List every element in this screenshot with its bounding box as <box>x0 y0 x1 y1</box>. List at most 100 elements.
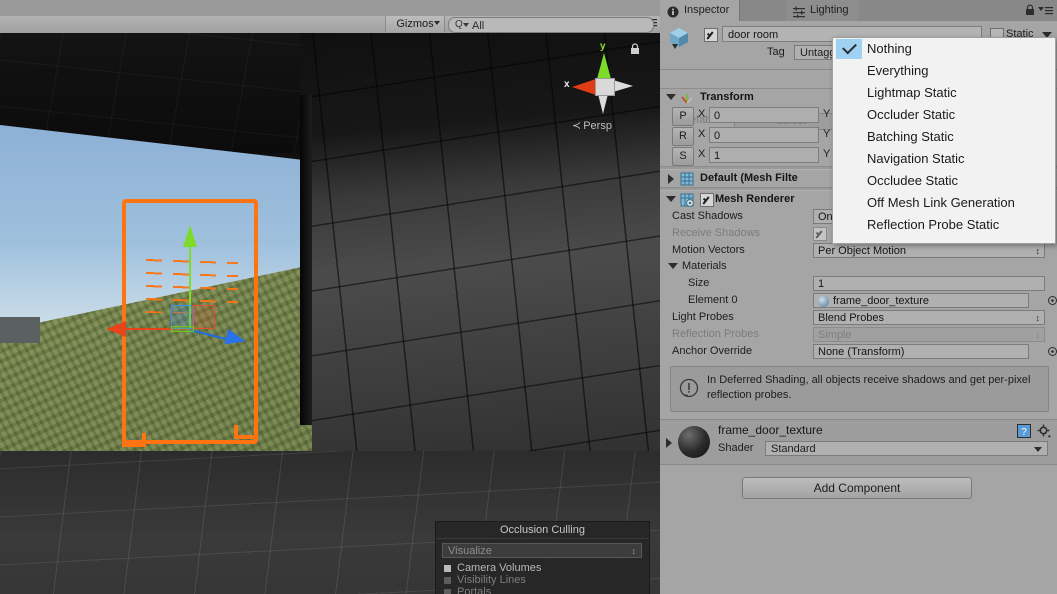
property-row-light-probes: Light Probes Blend Probes ↕ <box>660 309 1057 326</box>
material-preview-sphere <box>678 426 710 458</box>
menu-item-off-mesh-link-generation[interactable]: Off Mesh Link Generation <box>833 192 1055 214</box>
unity-editor-window: Gizmos Q All y x ≺ Persp Occlusion Culli… <box>0 0 1057 594</box>
menu-item-label: Occluder Static <box>867 107 956 122</box>
add-component-button[interactable]: Add Component <box>742 477 972 499</box>
menu-item-batching-static[interactable]: Batching Static <box>833 126 1055 148</box>
menu-item-occluder-static[interactable]: Occluder Static <box>833 104 1055 126</box>
tab-inspector-label: Inspector <box>684 4 730 16</box>
property-row-anchor-override: Anchor Override None (Transform) <box>660 343 1057 360</box>
helpbox-text: In Deferred Shading, all objects receive… <box>707 374 1031 401</box>
menu-item-everything[interactable]: Everything <box>833 60 1055 82</box>
receive-shadows-checkbox[interactable] <box>813 227 827 241</box>
materials-element0-objectfield[interactable]: frame_door_texture <box>813 293 1029 308</box>
menu-item-reflection-probe-static[interactable]: Reflection Probe Static <box>833 214 1055 236</box>
material-preview-header[interactable]: frame_door_texture Shader Standard ? <box>660 419 1057 465</box>
motion-vectors-value: Per Object Motion <box>818 245 907 257</box>
updown-arrows-icon: ↕ <box>1035 246 1041 256</box>
mesh-renderer-icon <box>680 193 694 207</box>
motion-vectors-dropdown[interactable]: Per Object Motion ↕ <box>813 243 1045 258</box>
foldout-open-icon[interactable] <box>666 196 676 202</box>
foldout-open-icon <box>668 263 678 269</box>
lock-icon[interactable] <box>1025 4 1035 16</box>
materials-size-input[interactable]: 1 <box>813 276 1045 291</box>
projection-mode-label[interactable]: ≺ Persp <box>572 119 612 132</box>
rotation-axis-button[interactable]: R <box>672 127 694 146</box>
move-gizmo-yz-plane-handle[interactable] <box>192 305 215 329</box>
shader-label: Shader <box>718 442 754 454</box>
rotation-x-input[interactable]: 0 <box>709 127 819 143</box>
axis-gizmo-center-cube[interactable] <box>595 78 615 96</box>
scale-x-input[interactable]: 1 <box>709 147 819 163</box>
scene-axis-gizmo[interactable]: y x ≺ Persp <box>564 41 642 133</box>
lighting-icon <box>793 5 805 18</box>
reflection-probes-dropdown[interactable]: Simple ↕ <box>813 327 1045 342</box>
info-icon <box>667 5 679 18</box>
scale-axis-button[interactable]: S <box>672 147 694 166</box>
mesh-renderer-enable-checkbox[interactable] <box>700 193 714 207</box>
menu-item-label: Reflection Probe Static <box>867 217 1000 232</box>
position-axis-button[interactable]: P <box>672 107 694 126</box>
property-row-reflection-probes: Reflection Probes Simple ↕ <box>660 326 1057 343</box>
axis-gizmo-x-cone[interactable] <box>572 79 596 95</box>
search-input[interactable] <box>470 18 649 34</box>
foldout-closed-icon[interactable] <box>666 438 672 448</box>
axis-gizmo-negy-cone[interactable] <box>598 94 608 114</box>
occlusion-row-portals[interactable]: Portals <box>444 586 491 594</box>
anchor-override-objectfield[interactable]: None (Transform) <box>813 344 1029 359</box>
chevron-down-icon <box>1034 447 1042 452</box>
property-row-element0: Element 0 frame_door_texture <box>660 292 1057 309</box>
gizmos-button[interactable]: Gizmos <box>385 16 445 32</box>
materials-label: Materials <box>682 260 727 272</box>
move-gizmo-xz-plane-handle[interactable] <box>171 326 194 332</box>
static-dropdown-menu[interactable]: Nothing Everything Lightmap Static Occlu… <box>832 37 1056 244</box>
scene-viewport[interactable]: y x ≺ Persp Occlusion Culling Visualize ↕ <box>0 33 660 594</box>
materials-element0-value: frame_door_texture <box>833 295 929 307</box>
legend-swatch <box>444 576 451 584</box>
occlusion-row-label: Portals <box>457 586 492 594</box>
selection-outline-foot-left <box>122 433 146 447</box>
legend-swatch <box>444 564 451 572</box>
position-x-input[interactable]: 0 <box>709 107 819 123</box>
move-gizmo-y-arrow[interactable] <box>183 225 197 247</box>
axis-gizmo-y-cone[interactable] <box>597 53 611 79</box>
foldout-closed-icon[interactable] <box>668 174 674 184</box>
menu-item-navigation-static[interactable]: Navigation Static <box>833 148 1055 170</box>
shader-dropdown[interactable]: Standard <box>765 441 1048 456</box>
tab-lighting[interactable]: Lighting <box>786 0 859 21</box>
reflection-probes-value: Simple <box>818 329 852 341</box>
occlusion-row-label: Camera Volumes <box>457 562 542 574</box>
material-name: frame_door_texture <box>718 423 823 437</box>
property-row-motion-vectors: Motion Vectors Per Object Motion ↕ <box>660 242 1057 259</box>
object-picker-icon[interactable] <box>1048 296 1057 305</box>
axis-gizmo-negx-cone[interactable] <box>613 80 633 92</box>
svg-text:?: ? <box>1021 427 1027 438</box>
occlusion-mode-dropdown[interactable]: Visualize ↕ <box>442 543 642 558</box>
tab-lighting-label: Lighting <box>810 4 849 16</box>
help-icon[interactable]: ? <box>1017 424 1031 438</box>
gear-icon[interactable] <box>1037 424 1051 438</box>
transform-icon <box>680 91 694 105</box>
occlusion-mode-value: Visualize <box>448 545 492 557</box>
position-y-label: Y <box>823 108 831 120</box>
gameobject-active-checkbox[interactable] <box>704 28 718 42</box>
move-gizmo-x-arrow[interactable] <box>106 321 126 337</box>
motion-vectors-label: Motion Vectors <box>672 244 745 256</box>
light-probes-dropdown[interactable]: Blend Probes ↕ <box>813 310 1045 325</box>
persp-text: Persp <box>583 120 612 132</box>
menu-item-occludee-static[interactable]: Occludee Static <box>833 170 1055 192</box>
updown-arrows-icon: ↕ <box>631 546 637 556</box>
axis-gizmo-x-label: x <box>564 79 570 90</box>
menu-item-nothing[interactable]: Nothing <box>833 38 1055 60</box>
menu-item-lightmap-static[interactable]: Lightmap Static <box>833 82 1055 104</box>
inspector-menu-icon[interactable] <box>1038 6 1053 15</box>
tab-inspector[interactable]: Inspector <box>660 0 741 21</box>
legend-swatch <box>444 588 451 594</box>
menu-item-label: Batching Static <box>867 129 954 144</box>
gizmos-label: Gizmos <box>396 18 434 30</box>
object-picker-icon[interactable] <box>1048 347 1057 356</box>
lock-icon[interactable] <box>630 43 640 55</box>
occlusion-row-label: Visibility Lines <box>457 574 526 586</box>
materials-foldout[interactable]: Materials <box>660 259 1057 275</box>
scene-search-box[interactable]: Q <box>448 17 654 34</box>
foldout-open-icon[interactable] <box>666 94 676 100</box>
